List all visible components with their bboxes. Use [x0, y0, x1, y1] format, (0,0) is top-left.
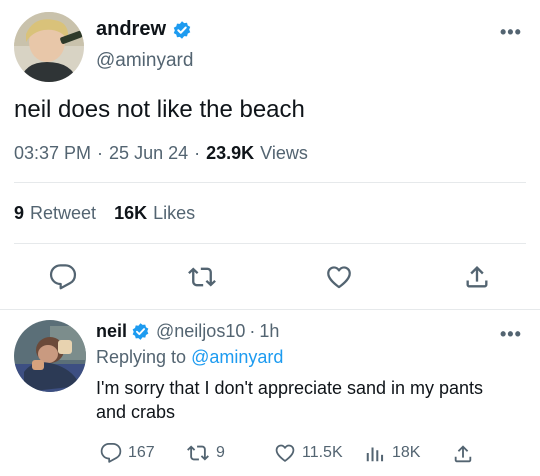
share-icon — [466, 266, 488, 288]
verified-badge-icon — [172, 20, 192, 40]
reply-icon — [49, 264, 77, 290]
reply-icon — [100, 442, 122, 463]
author-avatar[interactable] — [14, 12, 84, 82]
tweet-time[interactable]: 03:37 PM — [14, 143, 91, 164]
analytics-icon — [366, 447, 384, 462]
more-options-button[interactable]: ••• — [500, 22, 522, 43]
reply-button[interactable] — [49, 263, 77, 291]
tweet-meta: 03:37 PM · 25 Jun 24 · 23.9K Views — [14, 143, 308, 164]
reply-like-count: 11.5K — [302, 444, 343, 461]
divider — [14, 243, 526, 244]
reply-views-button[interactable]: 18K — [364, 442, 420, 464]
reply-header: neil @neiljos10 · 1h — [96, 321, 279, 342]
views-label: Views — [260, 143, 308, 163]
replying-to-prefix: Replying to — [96, 347, 187, 367]
like-button[interactable] — [325, 263, 353, 291]
reply-tweet[interactable]: neil @neiljos10 · 1h ••• Replying to @am… — [0, 310, 540, 476]
likes-label: Likes — [153, 203, 196, 223]
reply-author-name[interactable]: neil — [96, 321, 127, 342]
views-count: 23.9K — [206, 143, 255, 163]
retweet-icon — [187, 445, 209, 461]
meta-separator: · — [194, 143, 201, 163]
reply-time[interactable]: 1h — [259, 321, 279, 342]
retweet-button[interactable] — [187, 263, 217, 291]
reply-like-button[interactable]: 11.5K — [274, 442, 343, 464]
share-icon — [454, 445, 472, 463]
reply-text: I'm sorry that I don't appreciate sand i… — [96, 378, 484, 422]
main-tweet: andrew @aminyard ••• neil does not like … — [0, 0, 540, 310]
meta-separator: · — [97, 143, 104, 163]
retweets-stat[interactable]: 9 Retweet — [14, 203, 96, 224]
retweet-icon — [188, 267, 216, 287]
tweet-text: neil does not like the beach — [14, 96, 305, 123]
header-separator: · — [249, 321, 256, 341]
reply-more-options-button[interactable]: ••• — [500, 324, 522, 345]
reply-share-button[interactable] — [452, 442, 474, 466]
reply-retweet-button[interactable]: 9 — [186, 442, 225, 464]
likes-stat[interactable]: 16K Likes — [114, 203, 195, 224]
heart-icon — [275, 444, 295, 462]
reply-retweet-count: 9 — [216, 444, 225, 461]
divider — [14, 182, 526, 183]
reply-view-count: 18K — [392, 444, 421, 461]
tweet-stats: 9 Retweet 16K Likes — [14, 203, 195, 224]
likes-count: 16K — [114, 203, 148, 223]
verified-badge-icon — [131, 322, 150, 341]
replying-to-link[interactable]: @aminyard — [191, 347, 283, 367]
share-button[interactable] — [463, 262, 491, 292]
reply-author-avatar[interactable] — [14, 320, 86, 392]
replying-to: Replying to @aminyard — [96, 347, 283, 368]
reply-reply-button[interactable]: 167 — [100, 442, 155, 464]
author-handle[interactable]: @aminyard — [96, 50, 193, 72]
heart-icon — [327, 266, 351, 289]
author-name[interactable]: andrew — [96, 18, 166, 41]
retweets-count: 9 — [14, 203, 25, 223]
retweets-label: Retweet — [30, 203, 97, 223]
tweet-date[interactable]: 25 Jun 24 — [109, 143, 188, 164]
reply-author-handle[interactable]: @neiljos10 — [156, 321, 245, 342]
reply-count: 167 — [128, 444, 155, 461]
